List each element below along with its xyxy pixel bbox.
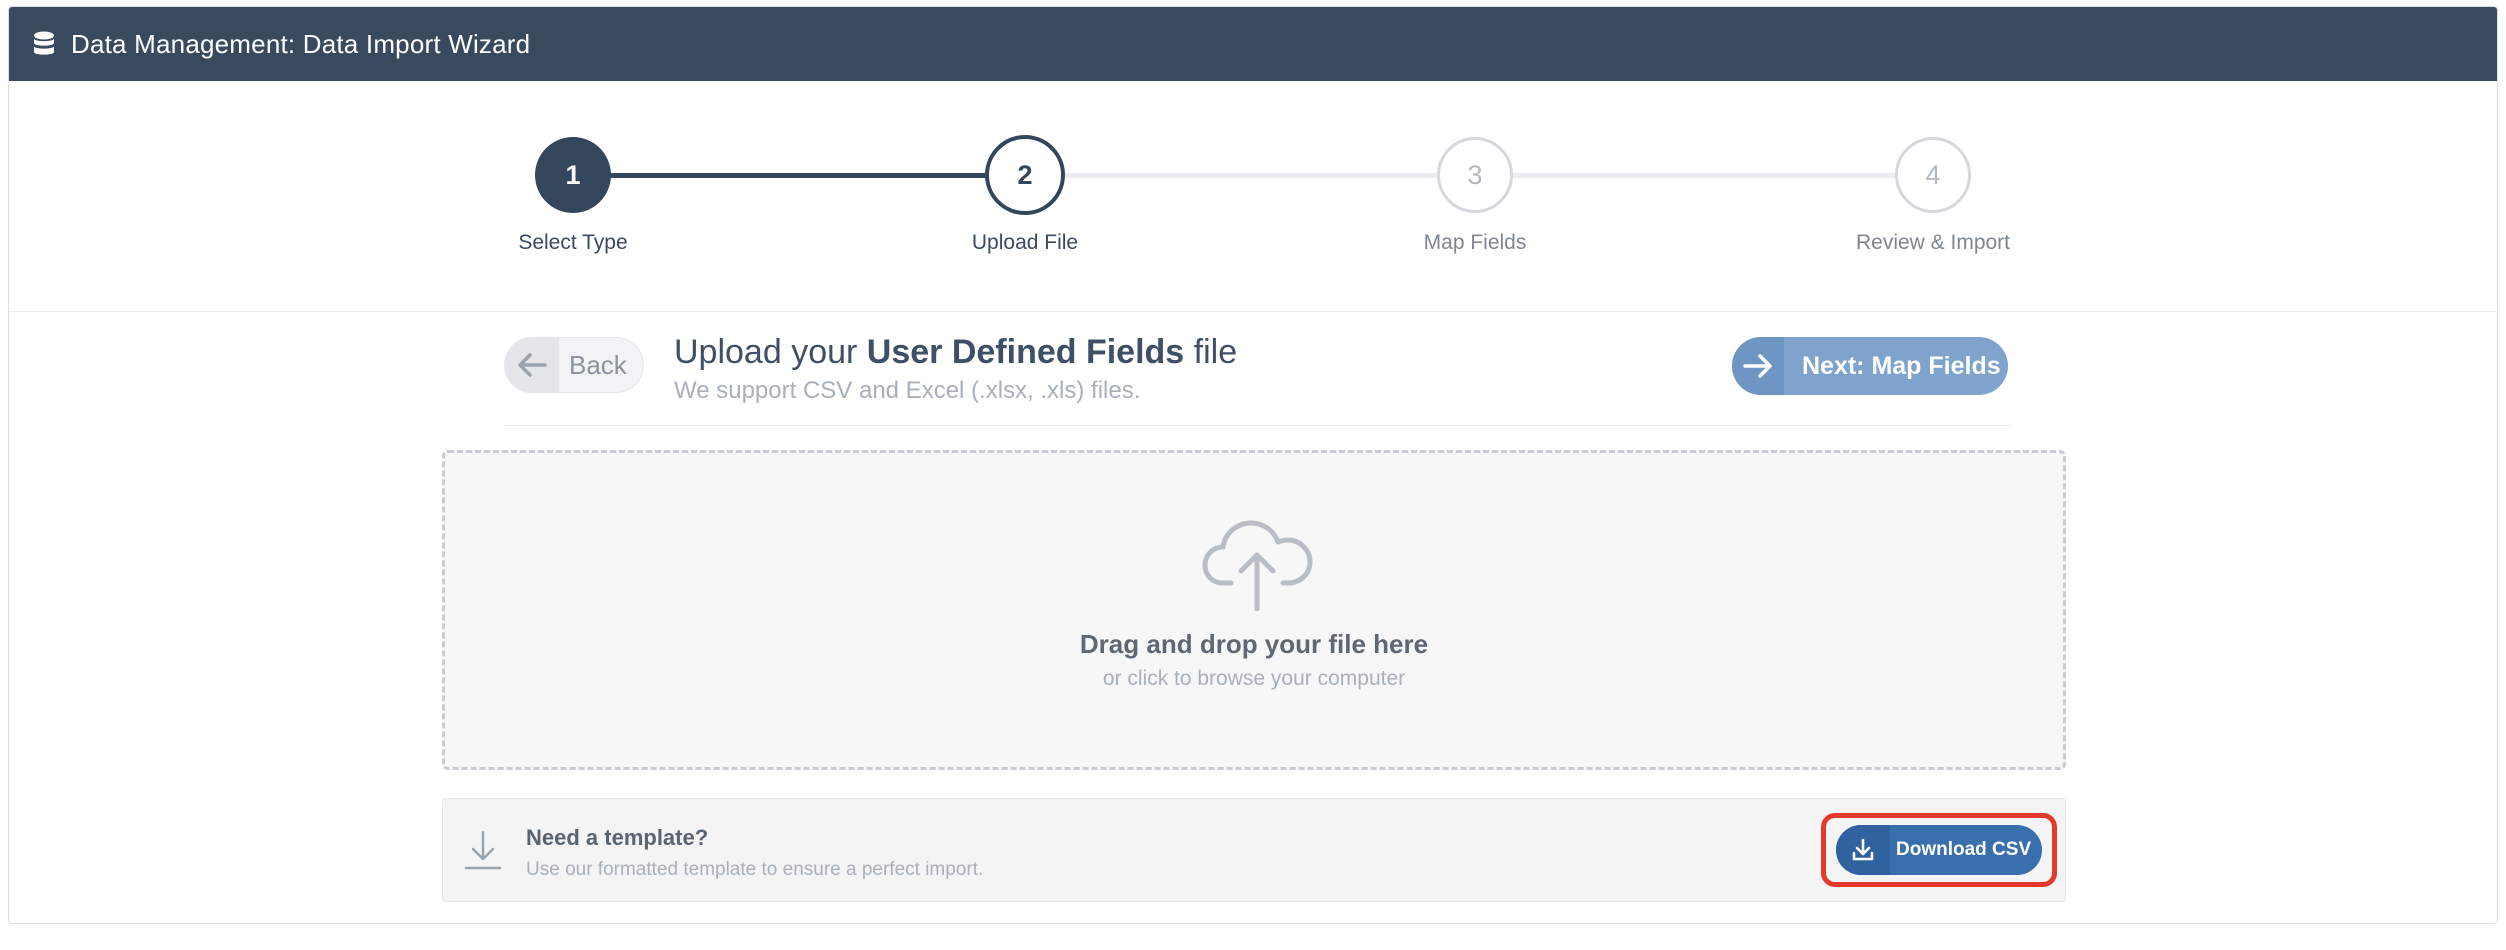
database-icon	[31, 31, 57, 57]
dropzone-title: Drag and drop your file here	[1079, 629, 1429, 659]
step-3-label: Map Fields	[1423, 231, 1527, 254]
step-1-circle[interactable]: 1	[535, 137, 611, 213]
step-1-label: Select Type	[518, 231, 628, 254]
step-2-circle[interactable]: 2	[985, 135, 1065, 215]
back-button-label: Back	[569, 349, 627, 380]
download-icon	[463, 829, 503, 871]
step-connector-1-2	[573, 173, 1023, 178]
upload-title-prefix: Upload your	[674, 333, 867, 371]
arrow-right-icon	[1732, 337, 1784, 395]
arrow-left-icon	[505, 338, 559, 392]
upload-title-suffix: file	[1184, 333, 1238, 371]
step-3-circle[interactable]: 3	[1437, 137, 1513, 213]
download-tray-icon	[1836, 825, 1890, 875]
dropzone-subtitle[interactable]: or click to browse your computer	[445, 667, 2063, 691]
template-subtitle: Use our formatted template to ensure a p…	[526, 859, 984, 880]
window-title: Data Management: Data Import Wizard	[71, 28, 531, 59]
upload-title: Upload your User Defined Fields file	[674, 333, 1237, 372]
step-3-number: 3	[1467, 159, 1483, 190]
cloud-upload-icon	[1201, 519, 1315, 612]
step-connector-3-4	[1475, 173, 1935, 178]
file-dropzone[interactable]: Drag and drop your file here or click to…	[442, 450, 2066, 770]
upload-subtitle: We support CSV and Excel (.xlsx, .xls) f…	[674, 377, 1141, 404]
import-wizard-panel: Data Management: Data Import Wizard 1 Se…	[8, 6, 2498, 924]
step-connector-2-3	[1023, 173, 1475, 178]
step-4-label: Review & Import	[1855, 231, 2011, 254]
title-bar: Data Management: Data Import Wizard	[9, 7, 2497, 81]
next-button-label: Next: Map Fields	[1802, 351, 2001, 380]
next-map-fields-button[interactable]: Next: Map Fields	[1732, 337, 2008, 395]
header-divider	[504, 425, 2012, 426]
template-title: Need a template?	[526, 825, 709, 850]
step-1-number: 1	[565, 159, 581, 190]
download-csv-button[interactable]: Download CSV	[1836, 825, 2042, 875]
step-4-number: 4	[1925, 159, 1941, 190]
step-2-number: 2	[1017, 159, 1033, 190]
step-4-circle[interactable]: 4	[1895, 137, 1971, 213]
upload-title-type: User Defined Fields	[866, 333, 1185, 371]
wizard-stepper: 1 Select Type 2 Upload File 3 Map Fields…	[9, 81, 2497, 312]
step-2-label: Upload File	[971, 231, 1079, 254]
download-csv-label: Download CSV	[1896, 839, 2032, 860]
template-bar: Need a template? Use our formatted templ…	[442, 798, 2066, 902]
back-button[interactable]: Back	[504, 337, 644, 393]
